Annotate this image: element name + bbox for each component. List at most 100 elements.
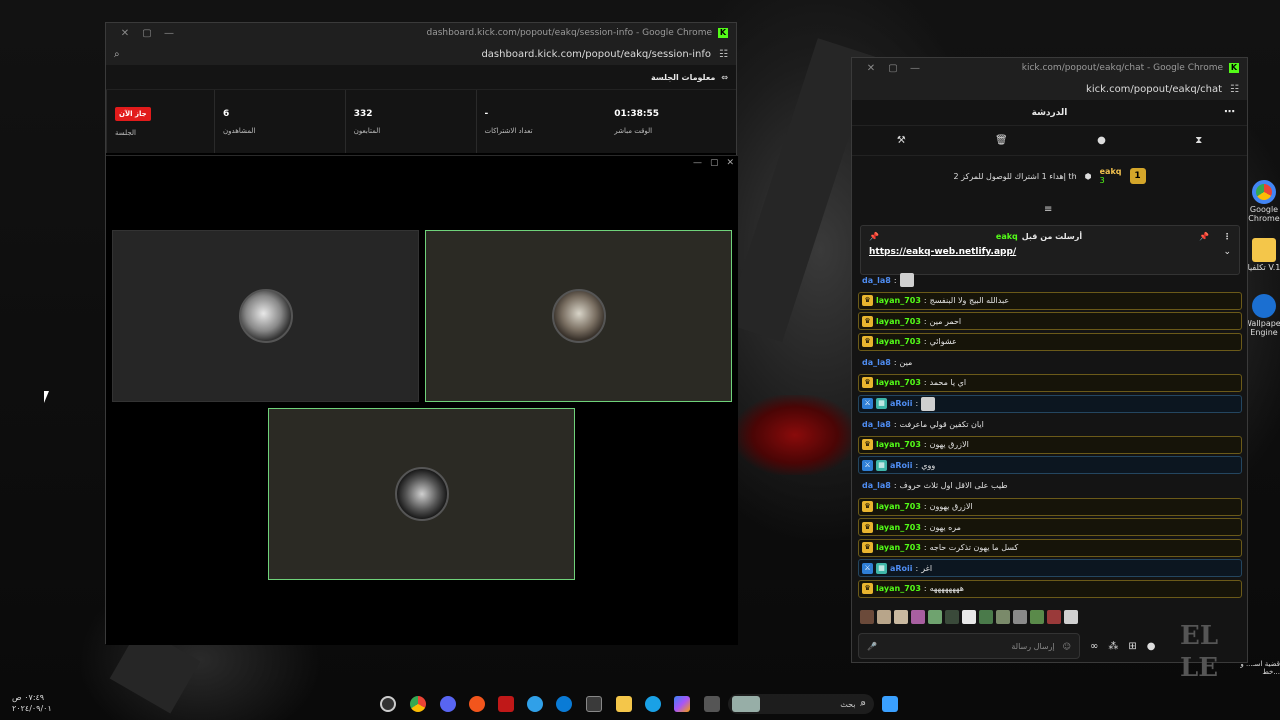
emote-button[interactable] bbox=[962, 610, 976, 624]
kicks-icon[interactable]: ⁂ bbox=[1108, 641, 1118, 652]
chat-username[interactable]: da_la8 bbox=[862, 420, 891, 429]
infinity-icon[interactable]: ∞ bbox=[1090, 641, 1098, 652]
mcafee-icon[interactable] bbox=[498, 696, 514, 712]
notification-preview[interactable]: قضية اسـ... و خط... bbox=[1232, 660, 1280, 676]
chat-username[interactable]: da_la8 bbox=[862, 481, 891, 490]
chat-username[interactable]: layan_703 bbox=[876, 296, 921, 305]
participant-tile-speaking[interactable] bbox=[425, 230, 732, 402]
minimize-icon[interactable]: — bbox=[158, 28, 180, 39]
popout-icon[interactable]: ⇔ bbox=[721, 73, 728, 82]
windows-start-icon[interactable] bbox=[882, 696, 898, 712]
chat-username[interactable]: aRoii bbox=[890, 399, 913, 408]
chat-bubble-icon[interactable]: ● bbox=[1097, 135, 1106, 146]
desktop-icon-folder[interactable]: تكلفيا V.1 bbox=[1244, 238, 1280, 273]
chat-message[interactable]: da_la8: bbox=[858, 271, 1242, 289]
desktop-icon-wallpaper-engine[interactable]: Wallpaper Engine bbox=[1244, 294, 1280, 338]
emote-button[interactable] bbox=[996, 610, 1010, 624]
app-icon[interactable] bbox=[527, 696, 543, 712]
scroll-down-icon[interactable]: ≡ bbox=[1044, 204, 1052, 215]
chat-message[interactable]: ⚔ ▦ aRoii: اغر bbox=[858, 559, 1242, 578]
store-icon[interactable] bbox=[586, 696, 602, 712]
url-text[interactable]: dashboard.kick.com/popout/eakq/session-i… bbox=[120, 49, 719, 60]
chat-message[interactable]: ♛ layan_703: الازرق يهون bbox=[858, 435, 1242, 454]
chat-message[interactable]: da_la8: مين bbox=[858, 353, 1242, 371]
chat-message[interactable]: ♛ layan_703: عشوائي bbox=[858, 332, 1242, 351]
chat-message[interactable]: ♛ layan_703: اي يا محمد bbox=[858, 373, 1242, 392]
minimize-icon[interactable]: — bbox=[904, 63, 926, 74]
taskbar-clock[interactable]: ٠٧:٤٩ ص ٢٠٢٤/٠٩/٠١ bbox=[12, 692, 52, 714]
gift-icon[interactable]: ⊞ bbox=[1128, 641, 1136, 652]
close-icon[interactable]: ✕ bbox=[860, 63, 882, 74]
chat-message[interactable]: ♛ layan_703: ههههههههه bbox=[858, 579, 1242, 598]
close-icon[interactable]: ✕ bbox=[726, 158, 734, 168]
chat-username[interactable]: aRoii bbox=[890, 564, 913, 573]
maximize-icon[interactable]: ▢ bbox=[710, 158, 719, 168]
pinned-link[interactable]: https://eakq-web.netlify.app/ bbox=[869, 247, 1016, 257]
chat-username[interactable]: layan_703 bbox=[876, 523, 921, 532]
edge-icon[interactable] bbox=[645, 696, 661, 712]
address-bar[interactable]: ⌕ dashboard.kick.com/popout/eakq/session… bbox=[106, 43, 736, 65]
emote-button[interactable] bbox=[1064, 610, 1078, 624]
chat-username[interactable]: aRoii bbox=[890, 461, 913, 470]
emote-button[interactable] bbox=[911, 610, 925, 624]
participant-tile-speaking[interactable] bbox=[268, 408, 575, 580]
chat-message[interactable]: ♛ layan_703: احمر مين bbox=[858, 312, 1242, 331]
more-options-icon[interactable]: ⋯ bbox=[1224, 105, 1235, 118]
chat-username[interactable]: layan_703 bbox=[876, 543, 921, 552]
chat-username[interactable]: layan_703 bbox=[876, 317, 921, 326]
site-settings-icon[interactable]: ☷ bbox=[1230, 84, 1239, 95]
pin-icon[interactable]: 📌 bbox=[1199, 232, 1209, 241]
chat-message[interactable]: ♛ layan_703: كسل ما يهون تذكرت حاجه bbox=[858, 538, 1242, 557]
trash-icon[interactable]: 🗑 bbox=[995, 135, 1008, 146]
emote-button[interactable] bbox=[877, 610, 891, 624]
chrome-icon[interactable] bbox=[410, 696, 426, 712]
url-text[interactable]: kick.com/popout/eakq/chat bbox=[860, 84, 1230, 95]
emote-button[interactable] bbox=[1030, 610, 1044, 624]
chat-message[interactable]: ⚔ ▦ aRoii: bbox=[858, 394, 1242, 413]
emote-button[interactable] bbox=[1047, 610, 1061, 624]
emote-button[interactable] bbox=[1013, 610, 1027, 624]
emoji-icon[interactable]: ☺ bbox=[1063, 642, 1071, 651]
taskbar-search[interactable]: بحث ⌕ bbox=[728, 694, 874, 714]
chat-input[interactable]: 🎤 إرسال رسالة ☺ bbox=[858, 633, 1080, 659]
chat-username[interactable]: layan_703 bbox=[876, 502, 921, 511]
chat-message[interactable]: da_la8: ايان تكفين قولي ماعرفت bbox=[858, 415, 1242, 433]
emote-button[interactable] bbox=[894, 610, 908, 624]
chat-message[interactable]: ⚔ ▦ aRoii: ووي bbox=[858, 456, 1242, 475]
chat-username[interactable]: layan_703 bbox=[876, 378, 921, 387]
maximize-icon[interactable]: ▢ bbox=[882, 63, 904, 74]
hourglass-icon[interactable]: ⧗ bbox=[1195, 135, 1202, 146]
task-view-icon[interactable] bbox=[704, 696, 720, 712]
emote-button[interactable] bbox=[945, 610, 959, 624]
chevron-down-icon[interactable]: ⌄ bbox=[1223, 247, 1231, 257]
hp-icon[interactable] bbox=[556, 696, 572, 712]
maximize-icon[interactable]: ▢ bbox=[136, 28, 158, 39]
site-settings-icon[interactable]: ☷ bbox=[719, 49, 728, 60]
minimize-icon[interactable]: — bbox=[693, 158, 702, 168]
chat-username[interactable]: da_la8 bbox=[862, 358, 891, 367]
chat-username[interactable]: da_la8 bbox=[862, 276, 891, 285]
chat-message[interactable]: da_la8: طيب على الاقل اول ثلاث حروف bbox=[858, 477, 1242, 495]
chat-username[interactable]: layan_703 bbox=[876, 584, 921, 593]
emote-button[interactable] bbox=[928, 610, 942, 624]
close-icon[interactable]: ✕ bbox=[114, 28, 136, 39]
desktop-icon-chrome[interactable]: Google Chrome bbox=[1244, 180, 1280, 224]
participant-tile[interactable] bbox=[112, 230, 419, 402]
chat-settings-icon[interactable]: ● bbox=[1147, 641, 1156, 652]
emote-button[interactable] bbox=[979, 610, 993, 624]
moderation-hammer-icon[interactable]: ⚒ bbox=[897, 135, 906, 146]
chat-message[interactable]: ♛ layan_703: عبدالله البيج ولا البنفسج bbox=[858, 291, 1242, 310]
app-orange-icon[interactable] bbox=[469, 696, 485, 712]
chat-message[interactable]: ♛ layan_703: مره يهون bbox=[858, 518, 1242, 537]
discord-icon[interactable] bbox=[440, 696, 456, 712]
pin-icon[interactable]: 📌 bbox=[869, 232, 879, 241]
chat-username[interactable]: layan_703 bbox=[876, 440, 921, 449]
chat-username[interactable]: layan_703 bbox=[876, 337, 921, 346]
file-explorer-icon[interactable] bbox=[616, 696, 632, 712]
more-vertical-icon[interactable]: ⋮ bbox=[1223, 232, 1231, 241]
copilot-icon[interactable] bbox=[674, 696, 690, 712]
emote-button[interactable] bbox=[860, 610, 874, 624]
mic-icon[interactable]: 🎤 bbox=[867, 642, 877, 651]
address-bar[interactable]: kick.com/popout/eakq/chat ☷ bbox=[852, 78, 1247, 100]
obs-icon[interactable] bbox=[380, 696, 396, 712]
